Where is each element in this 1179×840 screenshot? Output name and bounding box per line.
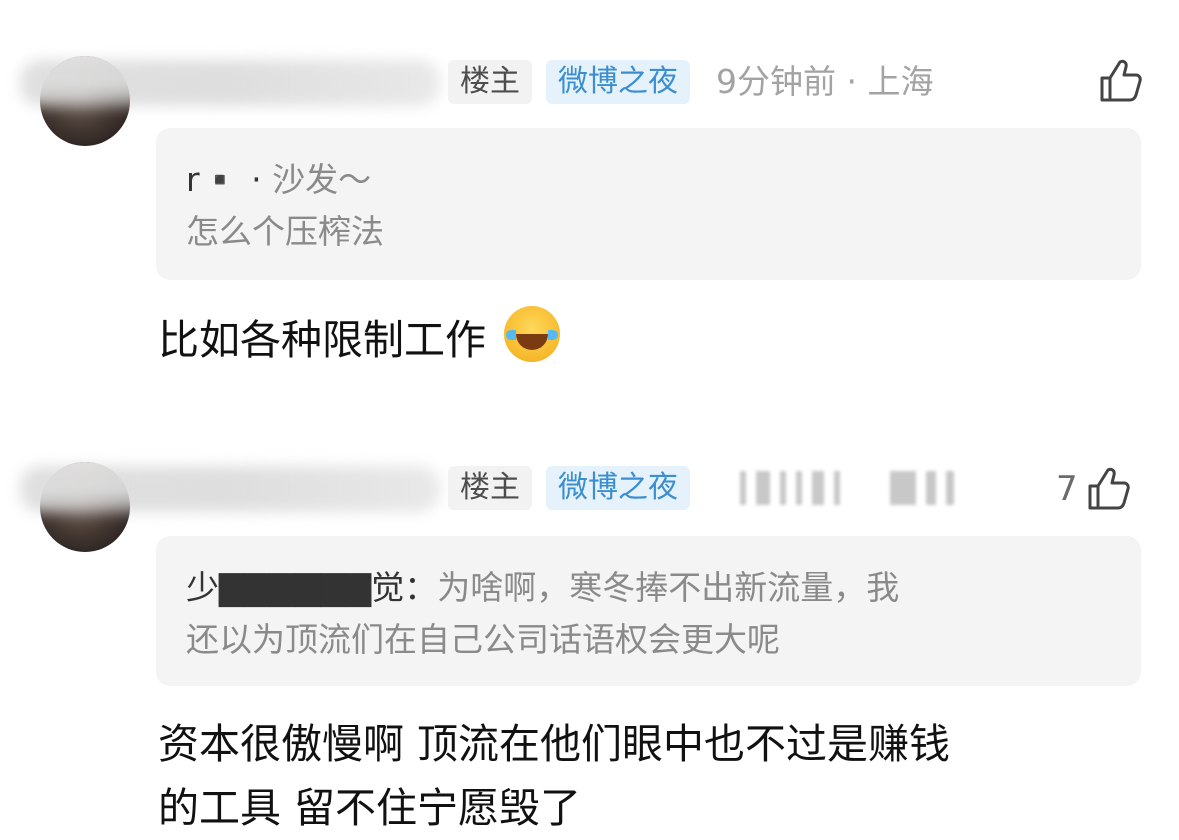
username-blurred[interactable] <box>20 466 440 512</box>
like-count: 7 <box>1056 469 1078 509</box>
reply-text: 资本很傲慢啊 顶流在他们眼中也不过是赚钱 的工具 留不住宁愿毁了 <box>158 712 950 840</box>
owner-tag: 楼主 <box>448 466 532 510</box>
thumbs-up-icon <box>1088 467 1130 510</box>
quote-text-line2: 还以为顶流们在自己公司话语权会更大呢 <box>186 620 780 659</box>
like-button[interactable]: 7 <box>1056 464 1134 514</box>
event-tag[interactable]: 微博之夜 <box>546 466 690 510</box>
quote-author[interactable]: 少▇▇▇▇▇▇觉： <box>186 568 437 607</box>
comment-item: 楼主 微博之夜 7 少▇▇▇▇▇▇觉：为啥啊，寒冬捧不出新流量，我 还以为顶流们… <box>0 0 1179 832</box>
meta-blurred <box>740 466 954 510</box>
quoted-comment[interactable]: 少▇▇▇▇▇▇觉：为啥啊，寒冬捧不出新流量，我 还以为顶流们在自己公司话语权会更… <box>156 536 1141 686</box>
reply-line1: 资本很傲慢啊 顶流在他们眼中也不过是赚钱 <box>158 720 951 768</box>
quote-text: 为啥啊，寒冬捧不出新流量，我 <box>437 568 900 607</box>
quote-line: 少▇▇▇▇▇▇觉：为啥啊，寒冬捧不出新流量，我 <box>186 562 1111 614</box>
reply-line2: 的工具 留不住宁愿毁了 <box>158 784 582 832</box>
